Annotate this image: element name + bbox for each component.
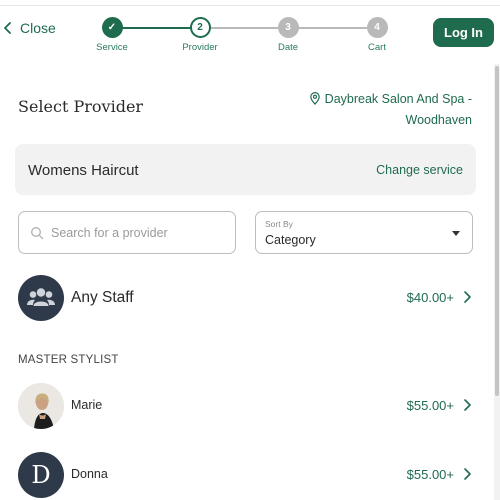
provider-search[interactable] <box>18 211 236 254</box>
provider-price: $55.00+ <box>406 467 454 482</box>
step-number: 4 <box>366 17 388 38</box>
group-avatar <box>18 275 64 321</box>
search-input[interactable] <box>51 223 226 243</box>
step-label: Service <box>96 42 128 53</box>
step-service[interactable]: ✓ Service <box>90 17 134 53</box>
avatar-initial: D <box>31 461 51 489</box>
location-line-1: Daybreak Salon And Spa - <box>324 92 472 106</box>
provider-price: $40.00+ <box>406 290 454 305</box>
search-icon <box>31 227 44 240</box>
check-icon: ✓ <box>101 17 123 38</box>
close-button[interactable]: Close <box>0 20 56 36</box>
map-pin-icon <box>309 92 320 105</box>
step-number: 2 <box>189 17 211 38</box>
provider-photo <box>18 383 64 429</box>
step-number: 3 <box>277 17 299 38</box>
location-line-2: Woodhaven <box>405 113 473 127</box>
section-heading: MASTER STYLIST <box>18 354 119 366</box>
provider-name: Marie <box>71 398 103 412</box>
step-cart: 4 Cart <box>355 17 399 53</box>
change-service-link[interactable]: Change service <box>376 163 463 177</box>
step-label: Cart <box>368 42 386 53</box>
dropdown-caret-icon <box>452 231 460 236</box>
chevron-right-icon <box>464 399 471 411</box>
booking-stepper: ✓ Service 2 Provider 3 Date 4 Cart <box>90 15 400 55</box>
sort-value: Category <box>265 233 316 247</box>
service-name: Womens Haircut <box>28 162 139 179</box>
step-date: 3 Date <box>266 17 310 53</box>
person-photo-icon <box>18 383 64 429</box>
selected-service-card: Womens Haircut Change service <box>15 144 476 195</box>
provider-name: Donna <box>71 467 108 481</box>
scrollbar-thumb[interactable] <box>495 66 499 396</box>
chevron-left-icon <box>4 22 11 34</box>
provider-row-marie[interactable]: Marie $55.00+ <box>18 383 478 431</box>
chevron-right-icon <box>464 291 471 303</box>
provider-name: Any Staff <box>71 289 134 306</box>
initial-avatar: D <box>18 452 64 498</box>
salon-location-link[interactable]: Daybreak Salon And Spa - Woodhaven <box>282 89 472 131</box>
provider-row-any-staff[interactable]: Any Staff $40.00+ <box>18 275 478 323</box>
sort-by-select[interactable]: Sort By Category <box>255 211 473 254</box>
step-provider: 2 Provider <box>178 17 222 53</box>
page-title: Select Provider <box>18 97 144 116</box>
step-label: Date <box>277 42 299 53</box>
login-button[interactable]: Log In <box>433 18 494 47</box>
sort-caption: Sort By <box>265 219 293 229</box>
step-label: Provider <box>182 42 218 53</box>
group-icon <box>27 288 55 306</box>
close-label: Close <box>20 20 56 36</box>
chevron-right-icon <box>464 468 471 480</box>
top-divider <box>0 5 500 6</box>
provider-row-donna[interactable]: D Donna $55.00+ <box>18 452 478 500</box>
provider-price: $55.00+ <box>406 398 454 413</box>
